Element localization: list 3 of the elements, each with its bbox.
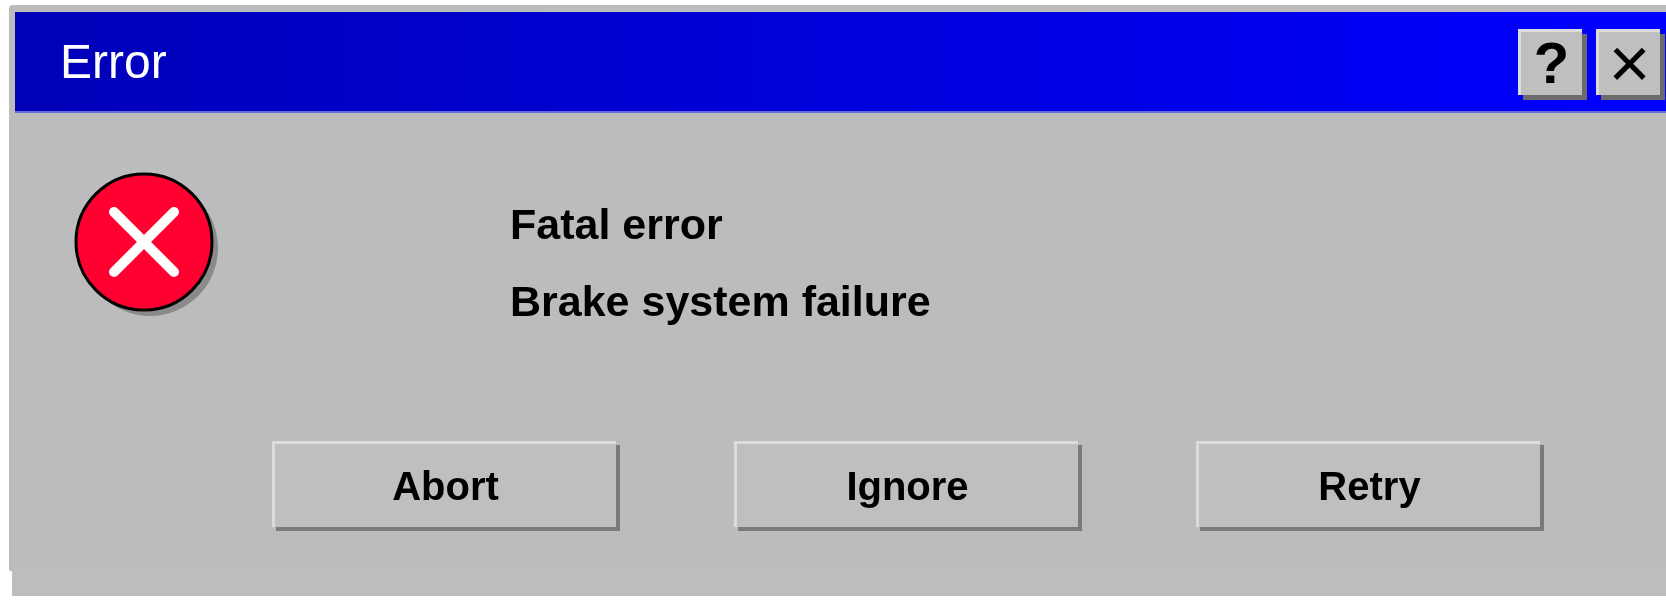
message-text: Brake system failure <box>510 280 931 323</box>
window-title: Error <box>60 37 167 86</box>
message-text: Fatal error <box>510 203 724 246</box>
